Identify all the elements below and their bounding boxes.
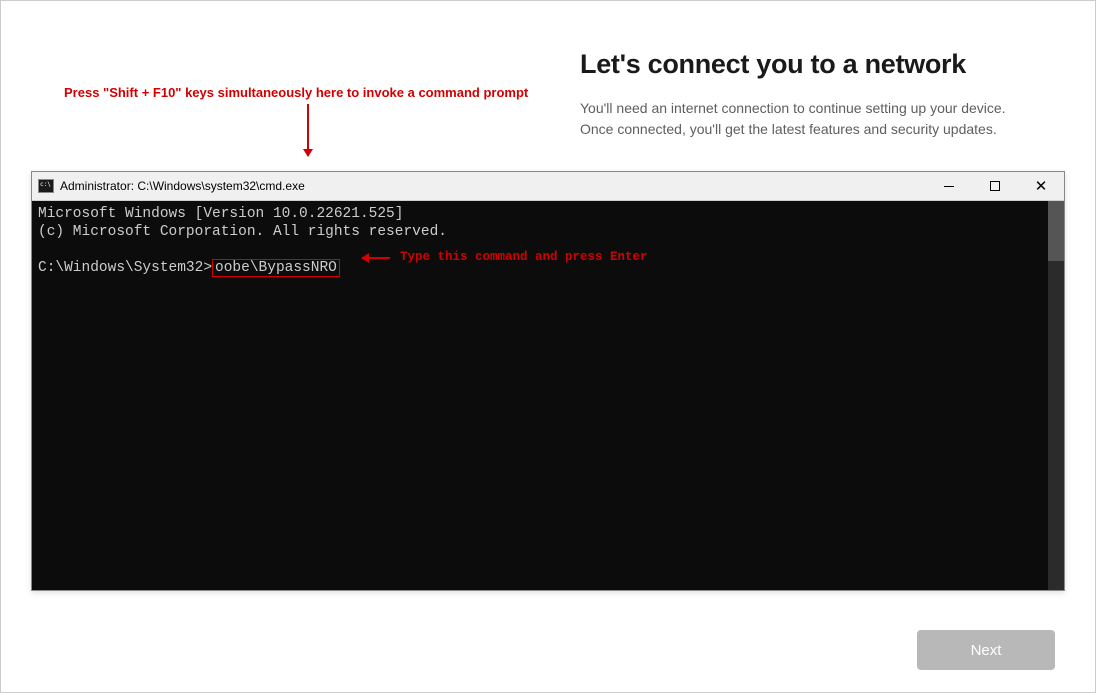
page-title: Let's connect you to a network (580, 49, 1040, 80)
page-subtitle: You'll need an internet connection to co… (580, 98, 1040, 140)
cmd-prompt: C:\Windows\System32> (38, 260, 212, 276)
cmd-body[interactable]: Microsoft Windows [Version 10.0.22621.52… (32, 201, 1064, 590)
arrow-left-icon (362, 257, 390, 259)
cmd-titlebar[interactable]: Administrator: C:\Windows\system32\cmd.e… (32, 172, 1064, 201)
arrow-down-icon (307, 104, 309, 156)
next-button-label: Next (971, 642, 1002, 659)
maximize-button[interactable] (972, 172, 1018, 200)
maximize-icon (990, 181, 1000, 191)
cmd-output-line1: Microsoft Windows [Version 10.0.22621.52… (38, 205, 1058, 223)
oobe-header: Let's connect you to a network You'll ne… (580, 49, 1040, 140)
scrollbar-vertical[interactable] (1048, 201, 1064, 590)
next-button[interactable]: Next (917, 630, 1055, 670)
cmd-window-title: Administrator: C:\Windows\system32\cmd.e… (60, 179, 305, 193)
annotation-shortcut: Press "Shift + F10" keys simultaneously … (64, 85, 528, 100)
cmd-output-line2: (c) Microsoft Corporation. All rights re… (38, 223, 1058, 241)
window-controls: ✕ (926, 172, 1064, 200)
cmd-typed-command: oobe\BypassNRO (212, 259, 340, 277)
cmd-title-area: Administrator: C:\Windows\system32\cmd.e… (32, 179, 305, 193)
cmd-icon (38, 179, 54, 193)
close-icon: ✕ (1035, 179, 1048, 194)
annotation-command-text: Type this command and press Enter (400, 250, 648, 266)
scrollbar-thumb[interactable] (1048, 201, 1064, 261)
close-button[interactable]: ✕ (1018, 172, 1064, 200)
minimize-button[interactable] (926, 172, 972, 200)
command-prompt-window: Administrator: C:\Windows\system32\cmd.e… (31, 171, 1065, 591)
minimize-icon (944, 186, 954, 187)
annotation-command: Type this command and press Enter (362, 250, 648, 266)
